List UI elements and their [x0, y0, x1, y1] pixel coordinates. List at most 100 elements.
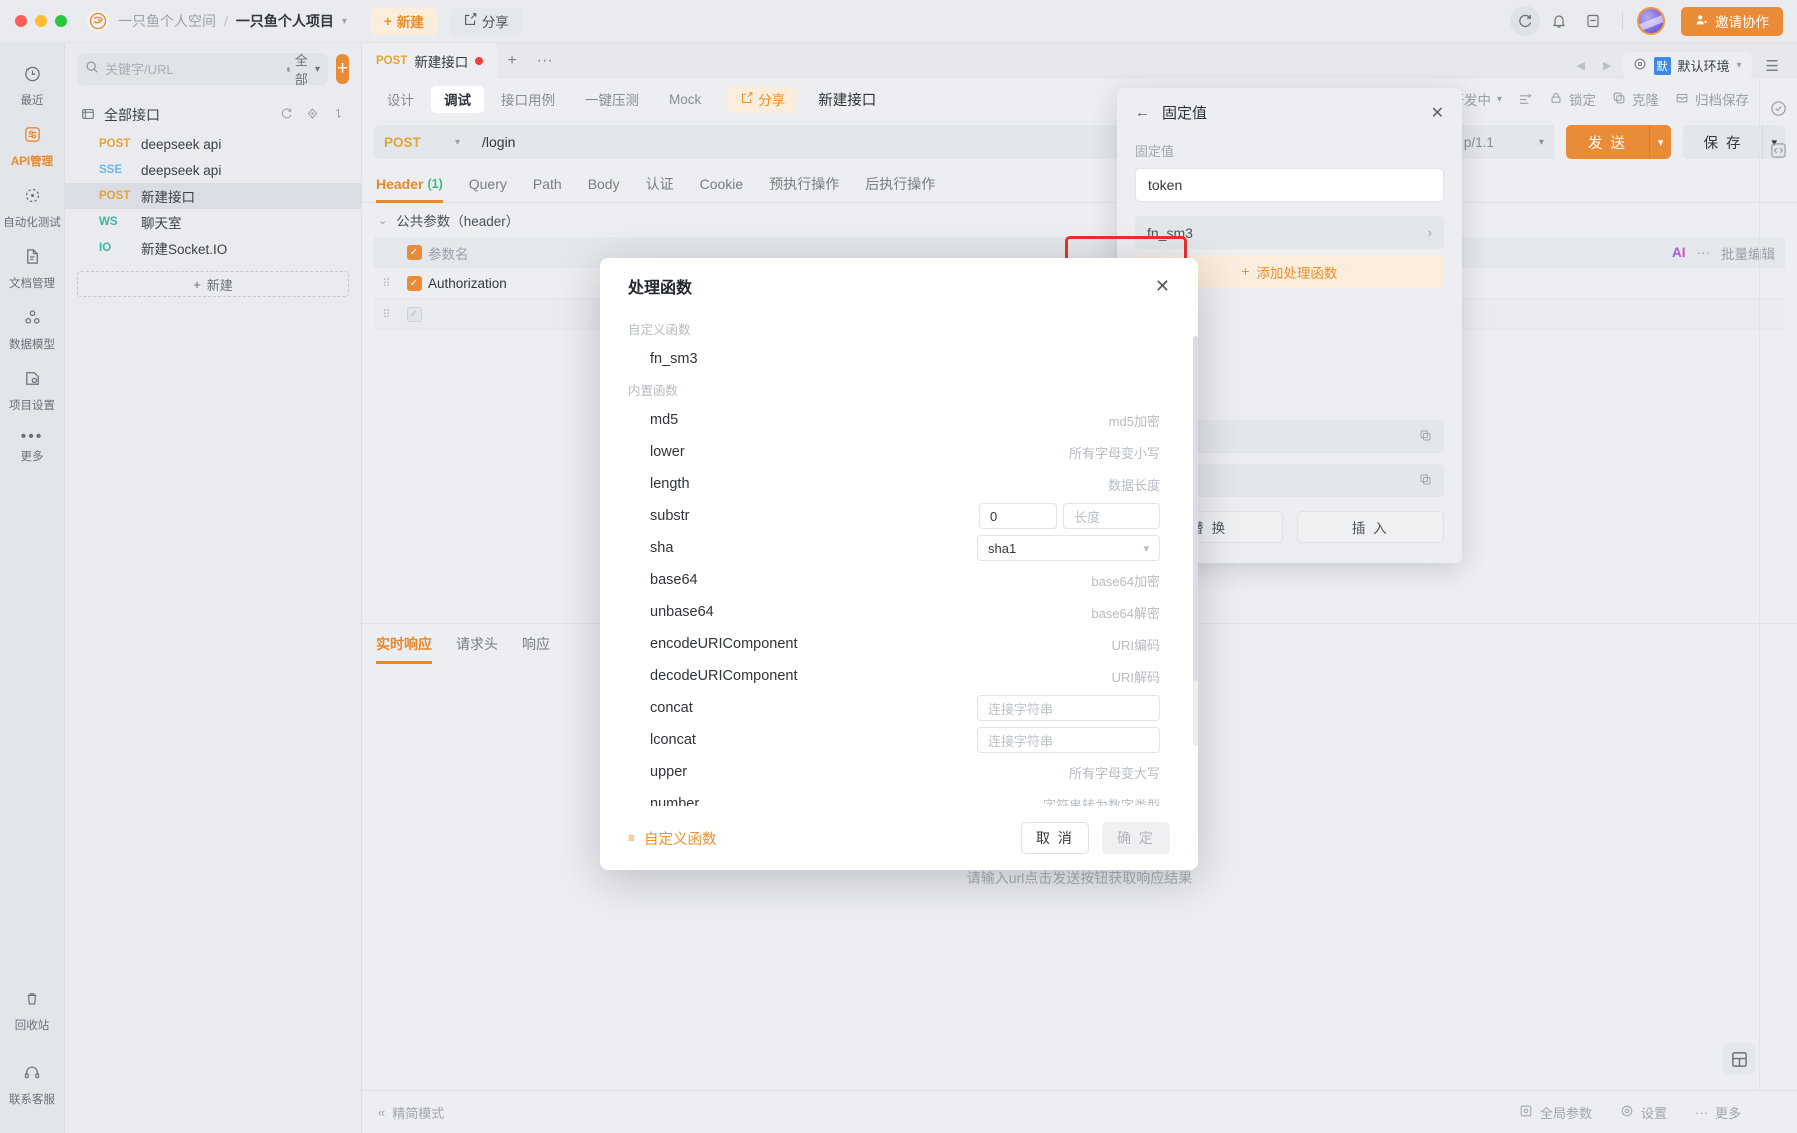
- refresh-icon[interactable]: [1510, 6, 1540, 36]
- minimize-window-button[interactable]: [35, 15, 47, 27]
- substr-length-input[interactable]: 长度: [1063, 503, 1160, 529]
- tab-header[interactable]: Header (1): [376, 165, 443, 203]
- refresh-icon[interactable]: [280, 107, 293, 123]
- send-dropdown-icon[interactable]: ▾: [1648, 125, 1672, 159]
- rail-item-api-management[interactable]: API管理: [0, 116, 65, 177]
- list-item[interactable]: WS 聊天室: [65, 209, 361, 235]
- function-row-decodeURIComponent[interactable]: decodeURIComponent URI解码: [628, 660, 1160, 692]
- simple-mode-button[interactable]: « 精简模式: [378, 1103, 444, 1122]
- method-select[interactable]: POST ▾: [374, 125, 470, 159]
- row-checkbox[interactable]: ✓: [400, 275, 428, 291]
- api-filter-dropdown[interactable]: 全部 ▾: [287, 50, 320, 88]
- function-row-lower[interactable]: lower 所有字母变小写: [628, 436, 1160, 468]
- function-row-substr[interactable]: substr 0 长度: [628, 500, 1160, 532]
- substr-start-input[interactable]: 0: [979, 503, 1057, 529]
- lock-button[interactable]: 锁定: [1549, 89, 1596, 109]
- insert-button[interactable]: 插 入: [1296, 511, 1444, 543]
- function-row-upper[interactable]: upper 所有字母变大写: [628, 756, 1160, 788]
- flow-icon[interactable]: [1518, 92, 1533, 107]
- function-row-concat[interactable]: concat 连接字符串: [628, 692, 1160, 724]
- copy-icon[interactable]: [1419, 429, 1432, 445]
- protocol-select[interactable]: p/1.1 ▾: [1453, 125, 1554, 159]
- window-traffic-lights[interactable]: [0, 15, 67, 27]
- table-more-icon[interactable]: ···: [1697, 245, 1711, 260]
- selected-function-row[interactable]: fn_sm3 ›: [1135, 216, 1444, 249]
- fixed-value-input[interactable]: token: [1135, 168, 1444, 202]
- cancel-button[interactable]: 取 消: [1021, 822, 1089, 854]
- copy-icon[interactable]: [1419, 473, 1432, 489]
- send-button[interactable]: 发 送 ▾: [1565, 125, 1672, 159]
- tab-auth[interactable]: 认证: [646, 165, 674, 203]
- tab-response[interactable]: 响应: [522, 624, 550, 664]
- add-tab-button[interactable]: +: [497, 52, 526, 70]
- custom-function-link[interactable]: ≡ 自定义函数: [628, 828, 717, 849]
- list-item[interactable]: POST deepseek api: [65, 131, 361, 157]
- menu-icon[interactable]: ☰: [1756, 57, 1789, 75]
- bell-icon[interactable]: [1544, 6, 1574, 36]
- list-item-selected[interactable]: POST 新建接口: [65, 183, 361, 209]
- global-params-button[interactable]: 全局参数: [1519, 1103, 1592, 1122]
- breadcrumb[interactable]: 一只鱼个人空间 / 一只鱼个人项目 ▾: [118, 11, 347, 31]
- rail-item-recycle-bin[interactable]: 回收站: [0, 981, 65, 1041]
- concat-input[interactable]: 连接字符串: [977, 695, 1160, 721]
- chevron-down-icon[interactable]: ⌄: [378, 214, 387, 227]
- search-box[interactable]: 全部 ▾: [77, 50, 329, 88]
- api-group-all[interactable]: 全部接口: [77, 99, 349, 131]
- tab-more-icon[interactable]: ···: [527, 52, 563, 70]
- tab-pre-script[interactable]: 预执行操作: [769, 165, 839, 203]
- function-row-md5[interactable]: md5 md5加密: [628, 404, 1160, 436]
- maximize-window-button[interactable]: [55, 15, 67, 27]
- function-row-lconcat[interactable]: lconcat 连接字符串: [628, 724, 1160, 756]
- more-button[interactable]: ··· 更多: [1695, 1103, 1741, 1122]
- create-api-button[interactable]: + 新建: [77, 271, 349, 297]
- scrollbar-thumb[interactable]: [1193, 336, 1198, 681]
- settings-button[interactable]: 设置: [1620, 1103, 1667, 1122]
- check-circle-icon[interactable]: [1766, 95, 1792, 121]
- function-row-base64[interactable]: base64 base64加密: [628, 564, 1160, 596]
- clone-button[interactable]: 克隆: [1612, 89, 1659, 109]
- search-input[interactable]: [105, 61, 281, 77]
- close-icon[interactable]: ✕: [1431, 103, 1444, 123]
- tab-post-script[interactable]: 后执行操作: [865, 165, 935, 203]
- header-checkbox[interactable]: ✓: [400, 245, 428, 260]
- notes-icon[interactable]: [1578, 6, 1608, 36]
- layout-toggle-button[interactable]: [1723, 1043, 1755, 1075]
- function-row-fn_sm3[interactable]: fn_sm3: [628, 343, 1160, 375]
- close-window-button[interactable]: [15, 15, 27, 27]
- row-checkbox[interactable]: ✓: [400, 306, 428, 322]
- arrow-left-icon[interactable]: ←: [1135, 104, 1150, 121]
- breadcrumb-workspace[interactable]: 一只鱼个人空间: [118, 11, 216, 31]
- locate-icon[interactable]: [306, 107, 319, 123]
- invite-collaborate-button[interactable]: 邀请协作: [1681, 6, 1783, 36]
- list-item[interactable]: SSE deepseek api: [65, 157, 361, 183]
- add-api-button[interactable]: +: [336, 54, 349, 84]
- function-row-encodeURIComponent[interactable]: encodeURIComponent URI编码: [628, 628, 1160, 660]
- sort-icon[interactable]: [332, 107, 345, 123]
- avatar[interactable]: [1637, 7, 1665, 35]
- drag-handle-icon[interactable]: ⠿: [374, 277, 400, 290]
- rail-item-project-settings[interactable]: 项目设置: [0, 360, 65, 421]
- list-item[interactable]: IO 新建Socket.IO: [65, 235, 361, 261]
- tab-path[interactable]: Path: [533, 165, 562, 203]
- tab-cookie[interactable]: Cookie: [700, 165, 744, 203]
- function-row-sha[interactable]: sha sha1 ▾: [628, 532, 1160, 564]
- tab-request-headers[interactable]: 请求头: [456, 624, 498, 664]
- function-row-number[interactable]: number 字符串转为数字类型: [628, 788, 1160, 806]
- drag-handle-icon[interactable]: ⠿: [374, 308, 400, 321]
- archive-button[interactable]: 归档保存: [1675, 89, 1749, 109]
- rail-item-doc-management[interactable]: 文档管理: [0, 238, 65, 299]
- tab-body[interactable]: Body: [588, 165, 620, 203]
- rail-item-data-model[interactable]: 数据模型: [0, 299, 65, 360]
- code-icon[interactable]: [1766, 137, 1792, 163]
- public-params-row[interactable]: ⌄ 公共参数（header）: [362, 203, 1797, 237]
- nav-back-icon[interactable]: ◀: [1570, 59, 1592, 72]
- breadcrumb-project[interactable]: 一只鱼个人项目: [236, 11, 334, 31]
- document-tab[interactable]: POST 新建接口: [362, 43, 498, 79]
- tab-query[interactable]: Query: [469, 165, 507, 203]
- nav-forward-icon[interactable]: ▶: [1596, 59, 1618, 72]
- sha-variant-select[interactable]: sha1 ▾: [977, 535, 1160, 561]
- function-list-scroll[interactable]: 自定义函数 fn_sm3 内置函数 md5 md5加密 lower 所有字母变小…: [628, 314, 1170, 806]
- close-icon[interactable]: ✕: [1155, 276, 1170, 297]
- share-button[interactable]: 分享: [450, 7, 522, 35]
- confirm-button[interactable]: 确 定: [1102, 822, 1170, 854]
